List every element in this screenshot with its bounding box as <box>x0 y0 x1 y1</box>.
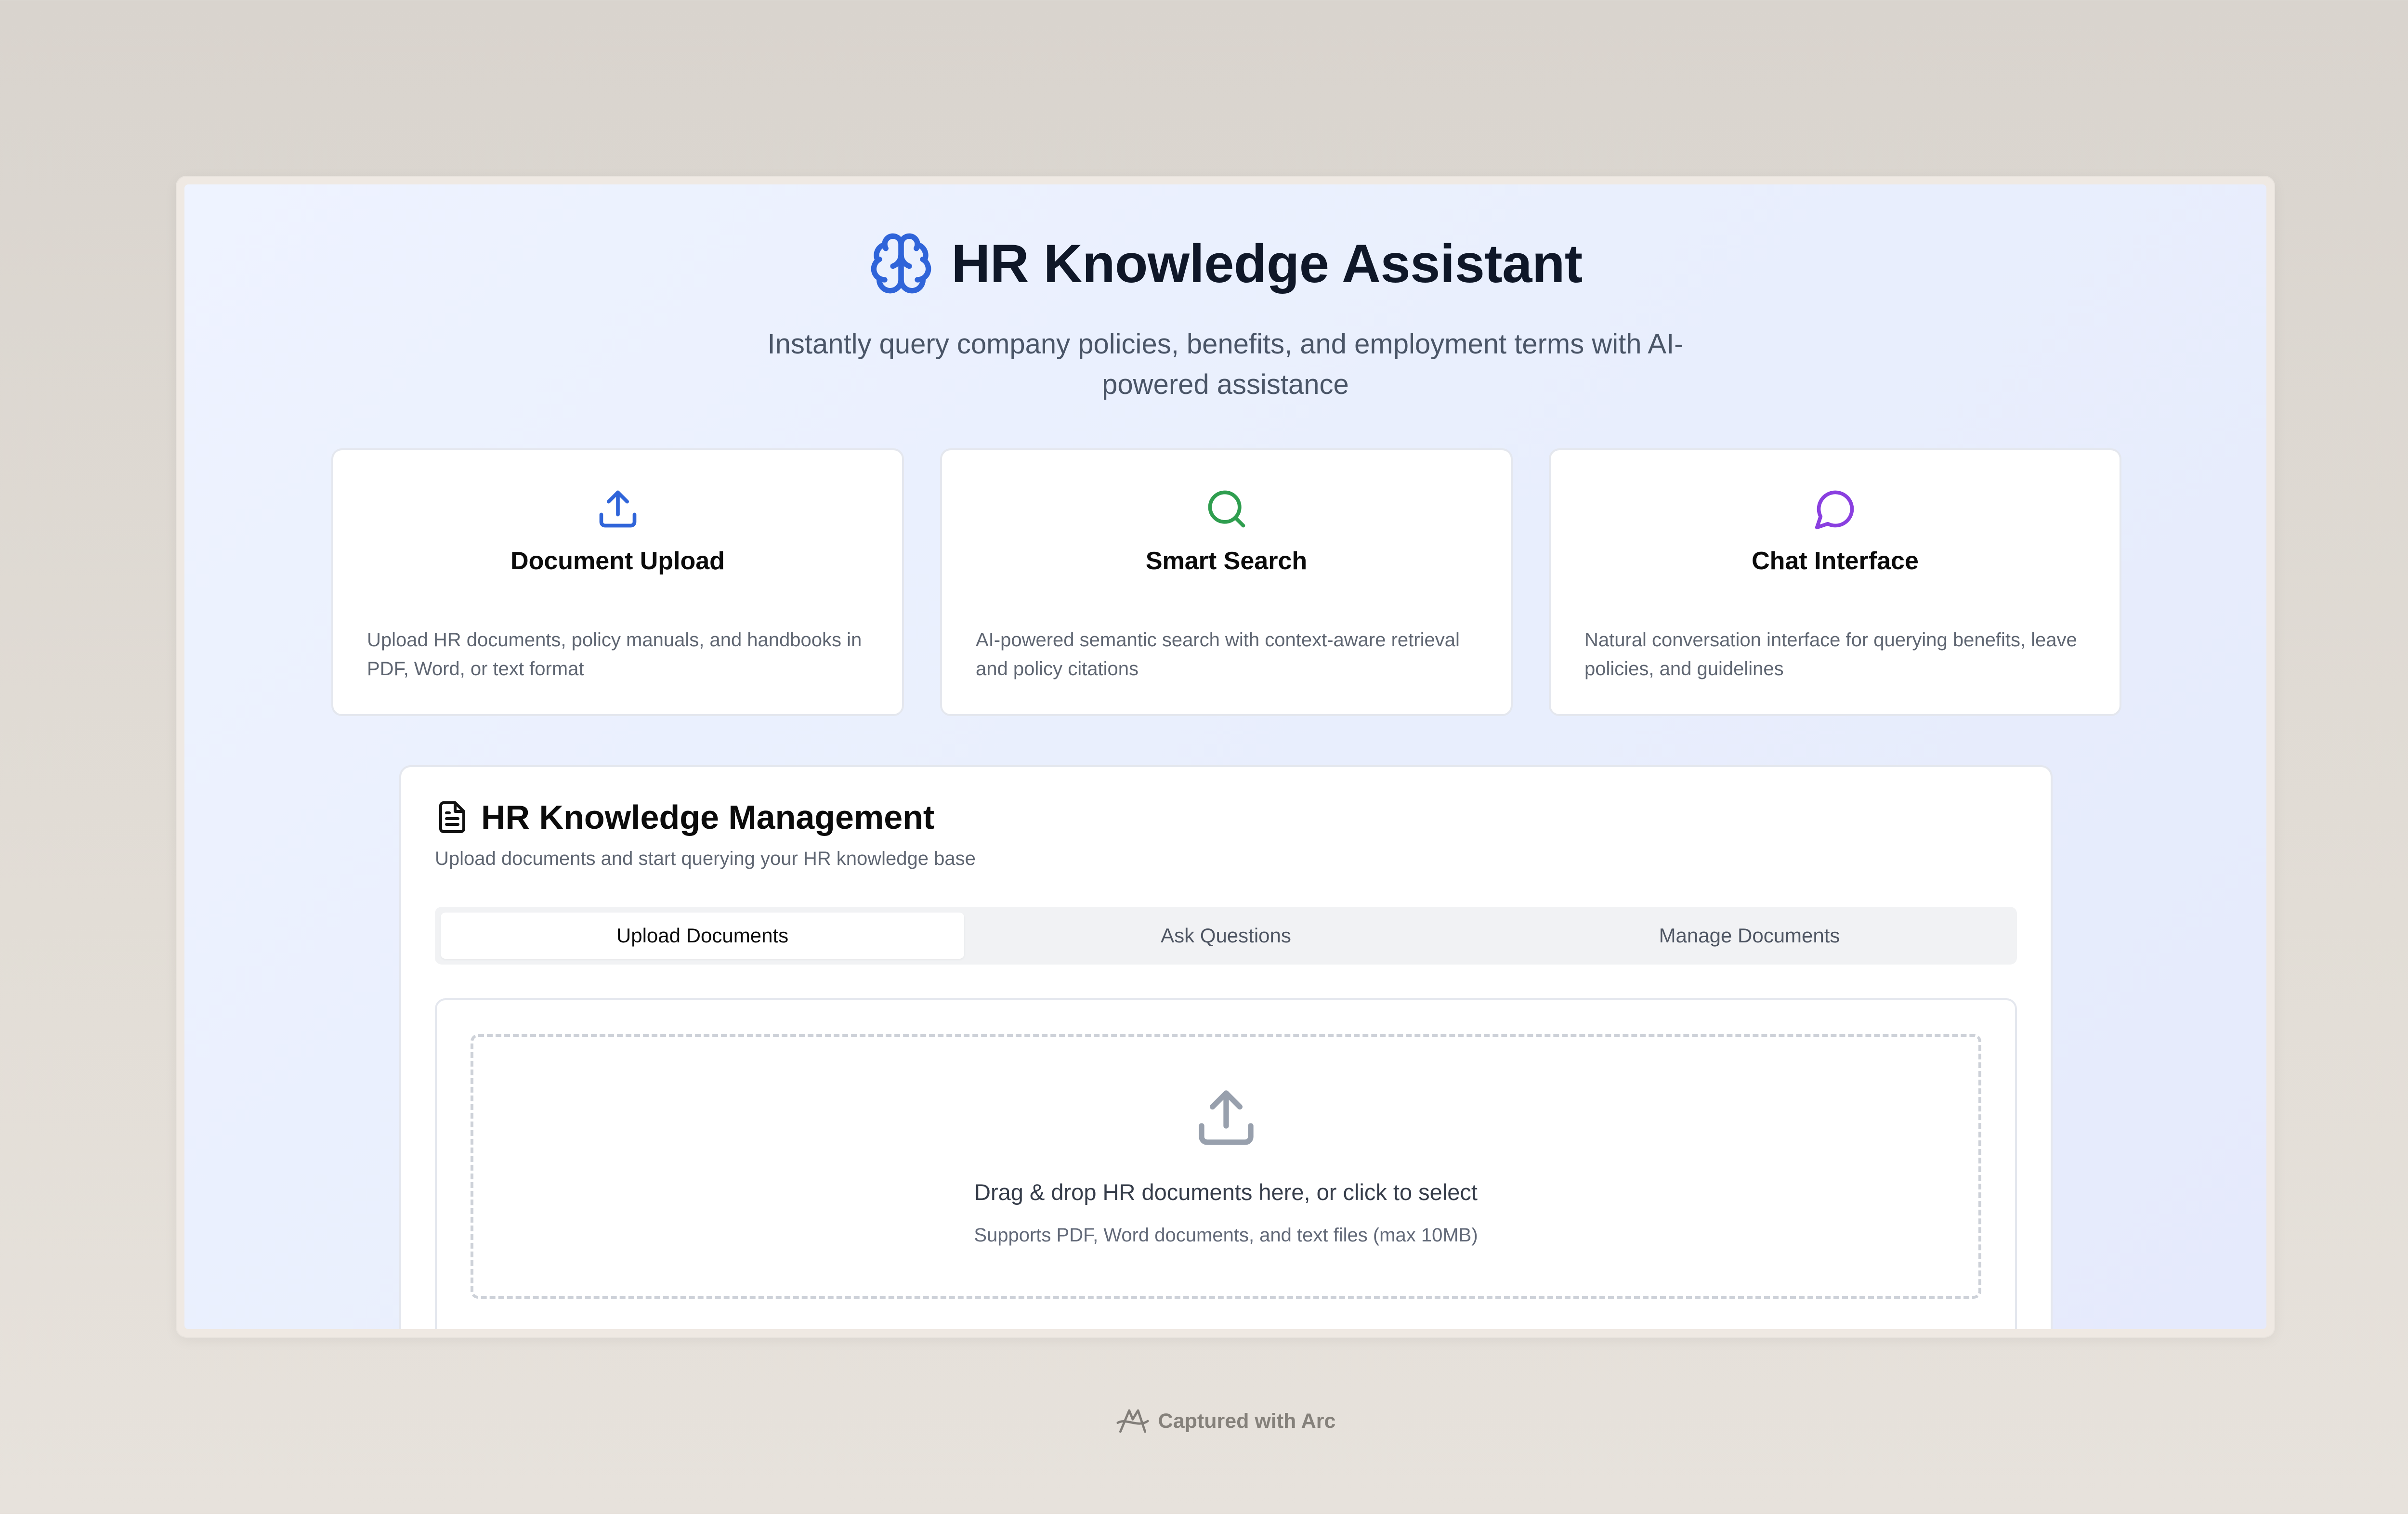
upload-section: Drag & drop HR documents here, or click … <box>435 998 2017 1329</box>
document-icon <box>435 800 470 835</box>
feature-description: Natural conversation interface for query… <box>1584 629 2077 679</box>
knowledge-management-panel: HR Knowledge Management Upload documents… <box>399 765 2053 1329</box>
tab-bar: Upload Documents Ask Questions Manage Do… <box>435 907 2017 965</box>
page-viewport: HR Knowledge Assistant Instantly query c… <box>184 184 2266 1329</box>
tab-upload-documents[interactable]: Upload Documents <box>441 913 964 959</box>
panel-title: HR Knowledge Management <box>481 798 935 836</box>
feature-cards: Document Upload Upload HR documents, pol… <box>331 448 2121 716</box>
file-dropzone[interactable]: Drag & drop HR documents here, or click … <box>471 1034 1981 1299</box>
upload-icon <box>596 487 640 531</box>
capture-footer: Captured with Arc <box>0 1405 2408 1437</box>
feature-title: Chat Interface <box>1752 547 1919 575</box>
search-icon <box>1204 487 1249 531</box>
chat-bubble-icon <box>1813 487 1858 531</box>
feature-description: Upload HR documents, policy manuals, and… <box>367 629 862 679</box>
footer-text: Captured with Arc <box>1158 1409 1336 1433</box>
panel-header: HR Knowledge Management <box>435 798 934 836</box>
dropzone-title: Drag & drop HR documents here, or click … <box>974 1179 1478 1205</box>
feature-title: Smart Search <box>1145 547 1308 575</box>
page-title: HR Knowledge Assistant <box>951 233 1583 294</box>
upload-icon <box>1193 1085 1259 1150</box>
page-subtitle: Instantly query company policies, benefi… <box>767 328 1684 400</box>
browser-frame: HR Knowledge Assistant Instantly query c… <box>177 177 2274 1337</box>
arc-logo-icon <box>1115 1405 1151 1437</box>
feature-title: Document Upload <box>510 547 725 575</box>
dropzone-subtitle: Supports PDF, Word documents, and text f… <box>974 1225 1478 1246</box>
page-header: HR Knowledge Assistant <box>184 231 2266 296</box>
feature-card-chat-interface: Chat Interface Natural conversation inte… <box>1549 448 2121 716</box>
feature-card-smart-search: Smart Search AI-powered semantic search … <box>940 448 1513 716</box>
panel-subtitle: Upload documents and start querying your… <box>435 848 976 869</box>
tab-manage-documents[interactable]: Manage Documents <box>1488 913 2011 959</box>
feature-description: AI-powered semantic search with context-… <box>976 629 1460 679</box>
feature-card-document-upload: Document Upload Upload HR documents, pol… <box>331 448 904 716</box>
brain-icon <box>868 231 934 296</box>
tab-ask-questions[interactable]: Ask Questions <box>964 913 1488 959</box>
